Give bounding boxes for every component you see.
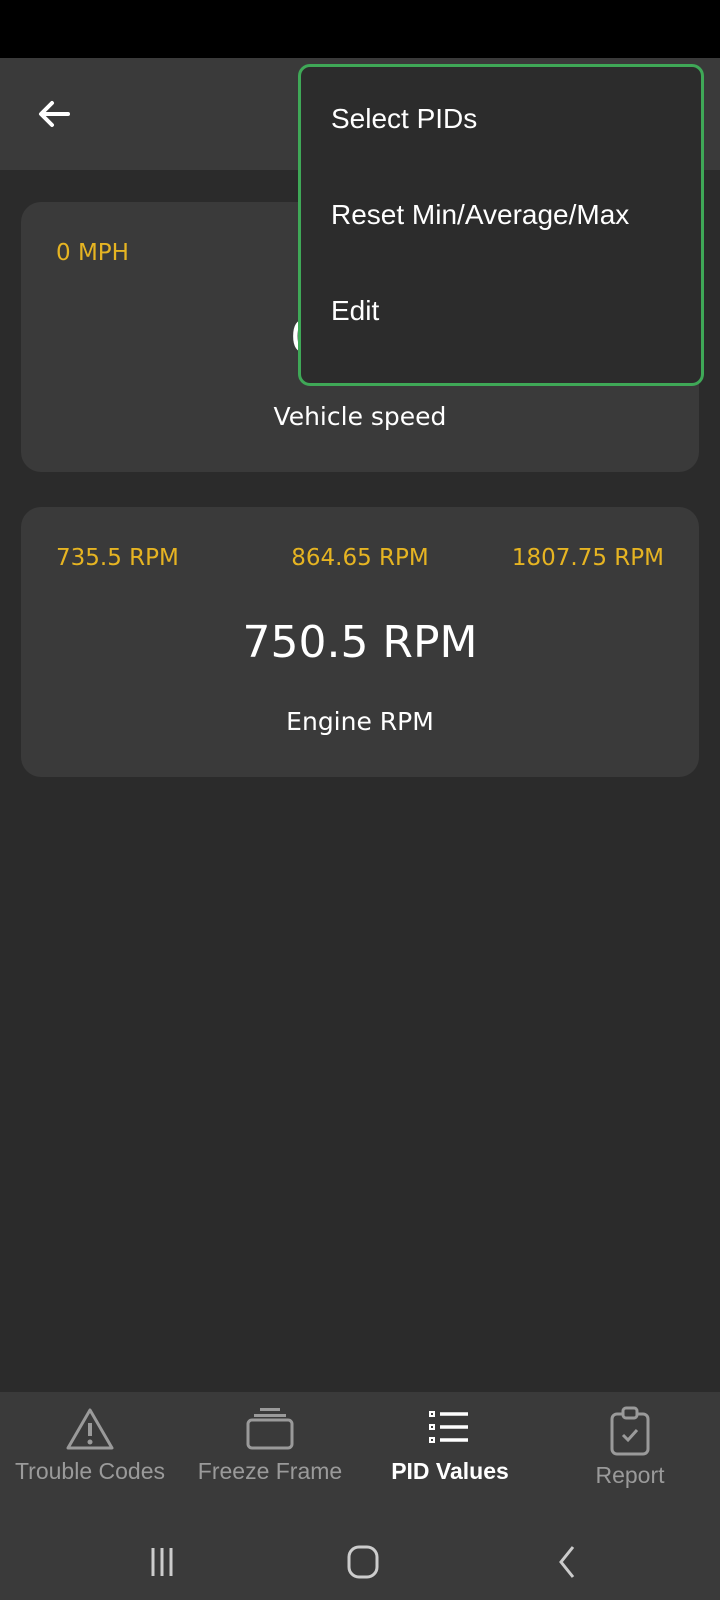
menu-item-edit[interactable]: Edit <box>301 263 701 359</box>
menu-item-select-pids[interactable]: Select PIDs <box>301 71 701 167</box>
min-value: 0 MPH <box>56 240 129 266</box>
menu-item-reset-min-avg-max[interactable]: Reset Min/Average/Max <box>301 167 701 263</box>
tab-freeze-frame[interactable]: Freeze Frame <box>180 1406 360 1485</box>
pid-card-engine-rpm[interactable]: 735.5 RPM 864.65 RPM 1807.75 RPM 750.5 R… <box>21 507 699 777</box>
back-arrow-icon[interactable] <box>34 94 74 134</box>
pid-label: Vehicle speed <box>273 402 447 431</box>
tab-label: Freeze Frame <box>197 1458 343 1484</box>
tab-label: Report <box>595 1462 665 1488</box>
clipboard-check-icon <box>610 1406 650 1456</box>
pid-label: Engine RPM <box>286 707 434 736</box>
overflow-menu: Select PIDs Reset Min/Average/Max Edit <box>298 64 704 386</box>
tab-pid-values[interactable]: PID Values <box>360 1406 540 1485</box>
tab-trouble-codes[interactable]: Trouble Codes <box>0 1406 180 1485</box>
system-back-icon[interactable] <box>537 1542 597 1582</box>
status-bar <box>0 0 720 58</box>
recent-apps-icon[interactable] <box>132 1542 192 1582</box>
max-value: 1807.75 RPM <box>511 545 664 571</box>
list-icon <box>429 1411 468 1443</box>
freeze-frame-icon <box>246 1408 294 1450</box>
current-value: 750.5 RPM <box>242 617 478 668</box>
home-icon[interactable] <box>333 1542 393 1582</box>
tab-label: Trouble Codes <box>14 1458 165 1484</box>
tab-report[interactable]: Report <box>540 1406 720 1489</box>
bottom-navigation: Trouble Codes Freeze Frame PID Values Re… <box>0 1392 720 1600</box>
tab-label: PID Values <box>391 1458 509 1484</box>
warning-icon <box>66 1408 114 1450</box>
